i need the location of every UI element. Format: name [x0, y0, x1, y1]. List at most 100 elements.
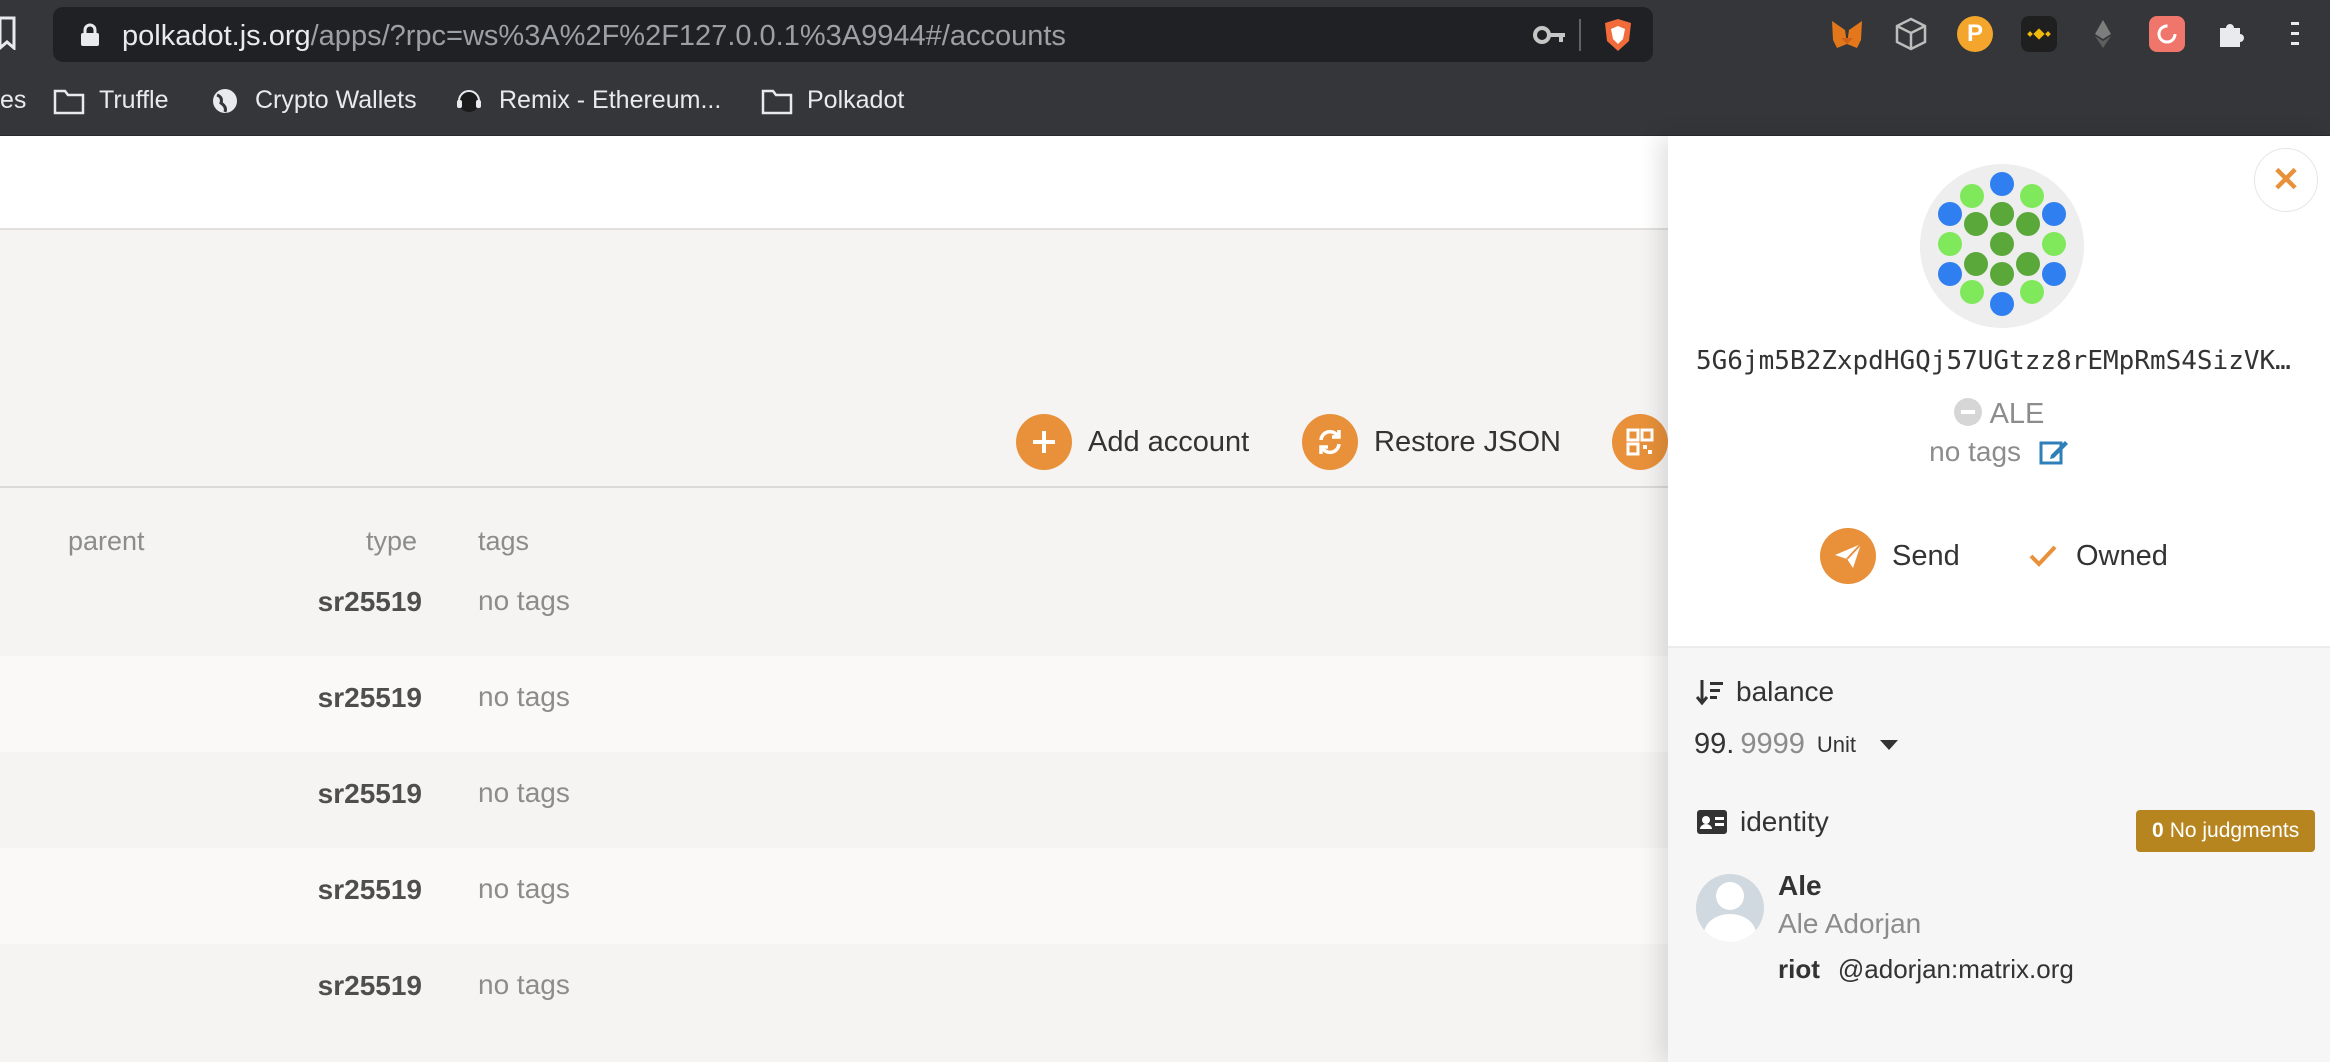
actions-bar: Add account Restore JSON [0, 232, 1668, 518]
column-header-type[interactable]: type [366, 526, 417, 557]
browser-toolbar: polkadot.js.org/apps/?rpc=ws%3A%2F%2F127… [0, 0, 2330, 68]
identicon-dot [2020, 184, 2044, 208]
bookmark-star-icon[interactable] [0, 16, 16, 50]
plus-icon [1016, 414, 1072, 470]
bookmark-label: Truffle [99, 86, 169, 114]
qr-account-button[interactable] [1612, 414, 1668, 470]
account-tags: no tags [1929, 436, 2022, 467]
balance-label: balance [1736, 676, 1835, 707]
binance-icon[interactable] [2021, 16, 2057, 52]
puzzle-icon[interactable] [2213, 16, 2249, 52]
account-tags-line: no tags [1668, 436, 2330, 468]
riot-label: riot [1778, 954, 1820, 984]
restore-json-button[interactable]: Restore JSON [1302, 414, 1561, 470]
bookmark-label: Polkadot [807, 86, 905, 114]
identicon-dot [1990, 202, 2014, 226]
url-text[interactable]: polkadot.js.org/apps/?rpc=ws%3A%2F%2F127… [122, 20, 1066, 53]
identicon-dot [2042, 262, 2066, 286]
url-host: polkadot.js.org [122, 20, 311, 52]
identicon-dot [2016, 252, 2040, 276]
paper-plane-icon [1820, 528, 1876, 584]
table-row[interactable]: sr25519 no tags [0, 560, 1668, 656]
identicon-dot [1990, 262, 2014, 286]
balance-decimals: 9999 [1740, 728, 1805, 760]
restore-json-label: Restore JSON [1374, 425, 1561, 458]
identicon-dot [1990, 172, 2014, 196]
identicon-dot [2020, 280, 2044, 304]
bookmark-truffle[interactable]: Truffle [53, 86, 168, 115]
identicon-dot [1964, 252, 1988, 276]
metamask-icon[interactable] [1829, 16, 1865, 52]
identicon-dot [1938, 202, 1962, 226]
add-account-button[interactable]: Add account [1016, 414, 1249, 470]
balance-header: balance [1696, 676, 1834, 708]
caret-down-icon[interactable] [1879, 739, 1898, 750]
table-row[interactable]: sr25519 no tags [0, 944, 1668, 1040]
folder-icon [53, 89, 85, 114]
identicon-dot [1960, 184, 1984, 208]
account-identicon[interactable] [1920, 164, 2084, 328]
row-type: sr25519 [317, 874, 422, 905]
identicon-dot [1964, 212, 1988, 236]
polkadot-ext-icon[interactable]: P [1957, 16, 1993, 52]
balance-value[interactable]: 99. 9999 Unit [1694, 728, 1898, 761]
brave-shield-icon[interactable] [1601, 17, 1635, 53]
send-button[interactable]: Send [1820, 528, 1960, 584]
key-icon[interactable] [1533, 22, 1567, 48]
identicon-dot [2016, 212, 2040, 236]
account-details: balance 99. 9999 Unit identity 0 No judgme… [1668, 648, 2330, 1062]
row-type: sr25519 [317, 682, 422, 713]
identicon-dot [1960, 280, 1984, 304]
bookmark-label: Remix - Ethereum... [499, 86, 722, 114]
column-header-parent[interactable]: parent [68, 526, 145, 557]
identicon-dot [1990, 292, 2014, 316]
row-tags: no tags [478, 681, 570, 712]
bookmarks-bar: es Truffle Crypto Wallets Remix - Ethere… [0, 68, 2330, 136]
app-header [0, 136, 1668, 230]
row-type: sr25519 [317, 970, 422, 1001]
kebab-menu-icon[interactable] [2277, 16, 2313, 52]
bookmark-es[interactable]: es [0, 86, 26, 115]
bookmark-label: es [0, 86, 27, 114]
balance-unit: Unit [1816, 731, 1856, 757]
bookmark-label: Crypto Wallets [255, 86, 417, 114]
identity-label: identity [1740, 806, 1829, 837]
table-row[interactable]: sr25519 no tags [0, 848, 1668, 944]
cube-icon[interactable] [1893, 16, 1929, 52]
table-row[interactable]: sr25519 no tags [0, 656, 1668, 752]
bookmark-crypto-wallets[interactable]: Crypto Wallets [209, 86, 417, 115]
remix-icon [457, 89, 481, 112]
bookmark-polkadot[interactable]: Polkadot [761, 86, 904, 115]
identicon-dot [2042, 202, 2066, 226]
close-icon[interactable]: ✕ [2254, 148, 2318, 212]
bookmark-remix[interactable]: Remix - Ethereum... [453, 86, 721, 115]
judgments-label: No judgments [2169, 819, 2300, 842]
identity-legal-name: Ale Adorjan [1778, 908, 1922, 939]
identity-header: identity [1696, 806, 1829, 838]
send-label: Send [1892, 539, 1960, 572]
identity-display-name: Ale [1778, 870, 1822, 901]
row-tags: no tags [478, 585, 570, 616]
qrcode-icon [1612, 414, 1668, 470]
owned-label: Owned [2076, 539, 2168, 572]
edit-icon[interactable] [2039, 437, 2069, 465]
red-ext-icon[interactable] [2149, 16, 2185, 52]
accounts-page: Add account Restore JSON parent type tag… [0, 136, 1668, 1062]
address-separator [1579, 19, 1581, 51]
account-actions: Send Owned [1668, 528, 2330, 588]
column-header-tags[interactable]: tags [478, 526, 529, 557]
table-row[interactable]: sr25519 no tags [0, 752, 1668, 848]
check-icon [2029, 545, 2057, 567]
owned-button[interactable]: Owned [2028, 528, 2168, 584]
identicon-dot [2042, 232, 2066, 256]
riot-value[interactable]: @adorjan:matrix.org [1838, 954, 2074, 984]
folder-icon [761, 89, 793, 114]
account-name-line[interactable]: ALE [1668, 398, 2330, 431]
account-address[interactable]: 5G6jm5B2ZxpdHGQj57UGtzz8rEMpRmS4SizVK… [1696, 346, 2306, 376]
judgments-badge[interactable]: 0 No judgments [2136, 810, 2316, 852]
row-type: sr25519 [317, 586, 422, 617]
identity-avatar [1696, 874, 1764, 942]
sync-icon [1302, 414, 1358, 470]
ethereum-icon[interactable] [2085, 16, 2121, 52]
address-bar[interactable]: polkadot.js.org/apps/?rpc=ws%3A%2F%2F127… [53, 7, 1653, 62]
